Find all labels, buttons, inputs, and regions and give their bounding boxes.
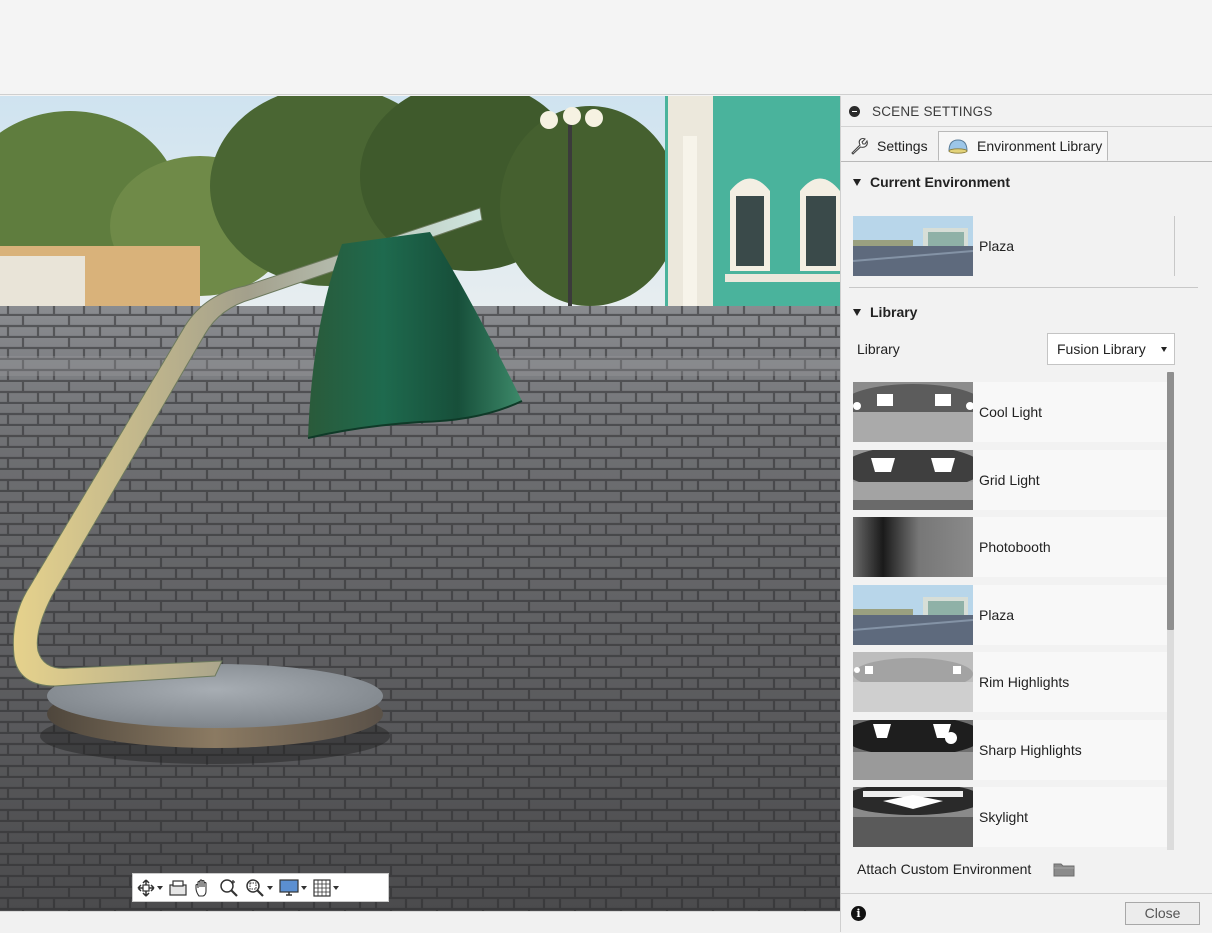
list-item-label: Grid Light	[979, 471, 1040, 488]
grid-settings-button[interactable]	[313, 877, 339, 899]
rim-highlights-thumbnail	[853, 652, 973, 712]
look-at-button[interactable]	[169, 877, 187, 899]
panel-header: SCENE SETTINGS	[841, 96, 1212, 127]
fit-dropdown-caret[interactable]	[267, 885, 273, 890]
list-item[interactable]: Cool Light	[853, 382, 1167, 442]
library-heading: Library	[870, 304, 918, 320]
list-scrollbar[interactable]	[1167, 372, 1174, 850]
grid-dropdown-caret[interactable]	[333, 885, 339, 890]
plaza-thumbnail	[853, 584, 973, 645]
sharp-highlights-thumbnail	[853, 719, 973, 780]
grid-light-thumbnail	[853, 449, 973, 510]
info-icon[interactable]: i	[851, 906, 866, 921]
close-button[interactable]: Close	[1125, 902, 1200, 925]
3d-viewport[interactable]	[0, 96, 840, 911]
list-item[interactable]: Rim Highlights	[853, 652, 1167, 712]
attach-custom-environment: Attach Custom Environment	[857, 861, 1075, 877]
attach-label: Attach Custom Environment	[857, 861, 1032, 877]
list-item-label: Cool Light	[979, 404, 1043, 420]
orbit-button[interactable]	[137, 877, 163, 899]
list-item-label: Photobooth	[979, 539, 1051, 555]
hand-icon	[195, 878, 207, 897]
library-dropdown[interactable]: Fusion Library	[1047, 333, 1175, 365]
top-toolbar-area	[0, 0, 1212, 95]
section-divider	[849, 287, 1198, 288]
list-item-label: Sharp Highlights	[979, 741, 1082, 758]
current-environment-item[interactable]: Plaza	[853, 216, 1175, 276]
look-at-icon	[169, 879, 187, 896]
environment-dome-icon	[948, 139, 968, 154]
zoom-icon	[220, 878, 238, 897]
tab-settings-label: Settings	[877, 138, 928, 154]
orbit-dropdown-caret[interactable]	[157, 885, 163, 890]
list-item-label: Plaza	[979, 606, 1015, 623]
triangle-down-icon	[853, 308, 861, 316]
current-environment-section-toggle[interactable]: Current Environment	[841, 174, 1010, 190]
current-environment-name: Plaza	[979, 238, 1015, 254]
tab-environment-library[interactable]: Environment Library	[938, 131, 1108, 161]
zoom-window-icon	[246, 878, 264, 897]
list-item[interactable]: Photobooth	[853, 517, 1167, 577]
panel-tabs: Settings Environment Library	[841, 127, 1212, 162]
zoom-button[interactable]	[219, 877, 239, 899]
panel-footer: i Close	[841, 893, 1212, 933]
display-dropdown-caret[interactable]	[301, 885, 307, 890]
collapse-icon[interactable]	[849, 105, 860, 117]
cool-light-thumbnail	[853, 382, 973, 442]
pan-button[interactable]	[193, 877, 213, 899]
list-item[interactable]: Skylight	[853, 787, 1167, 847]
library-label: Library	[857, 341, 900, 357]
chevron-down-icon	[1161, 347, 1167, 352]
orbit-icon	[137, 878, 155, 897]
display-settings-button[interactable]	[279, 877, 307, 899]
list-item[interactable]: Grid Light	[853, 449, 1167, 510]
library-selector-row: Library Fusion Library	[857, 332, 1175, 366]
scene-settings-panel: SCENE SETTINGS Settings Environment Libr…	[840, 96, 1212, 932]
current-environment-heading: Current Environment	[870, 174, 1011, 190]
plaza-thumbnail	[853, 216, 973, 276]
environment-list: Cool Light Grid Light Photobooth Plaza R…	[853, 382, 1167, 850]
fit-button[interactable]	[245, 877, 273, 899]
monitor-icon	[279, 878, 299, 896]
skylight-thumbnail	[853, 787, 973, 847]
photobooth-thumbnail	[853, 517, 973, 577]
library-section-toggle[interactable]: Library	[841, 304, 917, 320]
scrollbar-thumb[interactable]	[1167, 372, 1174, 630]
grid-icon	[313, 878, 331, 897]
list-item-label: Rim Highlights	[979, 674, 1070, 690]
list-item[interactable]: Plaza	[853, 584, 1167, 645]
list-item-label: Skylight	[979, 809, 1029, 825]
viewport-status-strip	[0, 911, 840, 933]
scene-render	[0, 96, 840, 911]
triangle-down-icon	[853, 178, 861, 186]
list-item[interactable]: Sharp Highlights	[853, 719, 1167, 780]
tab-settings[interactable]: Settings	[849, 131, 928, 161]
wrench-icon	[851, 137, 868, 155]
tab-environment-library-label: Environment Library	[977, 138, 1103, 154]
navigation-toolbar	[132, 873, 389, 902]
folder-icon[interactable]	[1053, 861, 1075, 877]
library-dropdown-value: Fusion Library	[1057, 341, 1146, 357]
panel-title: SCENE SETTINGS	[872, 103, 993, 119]
